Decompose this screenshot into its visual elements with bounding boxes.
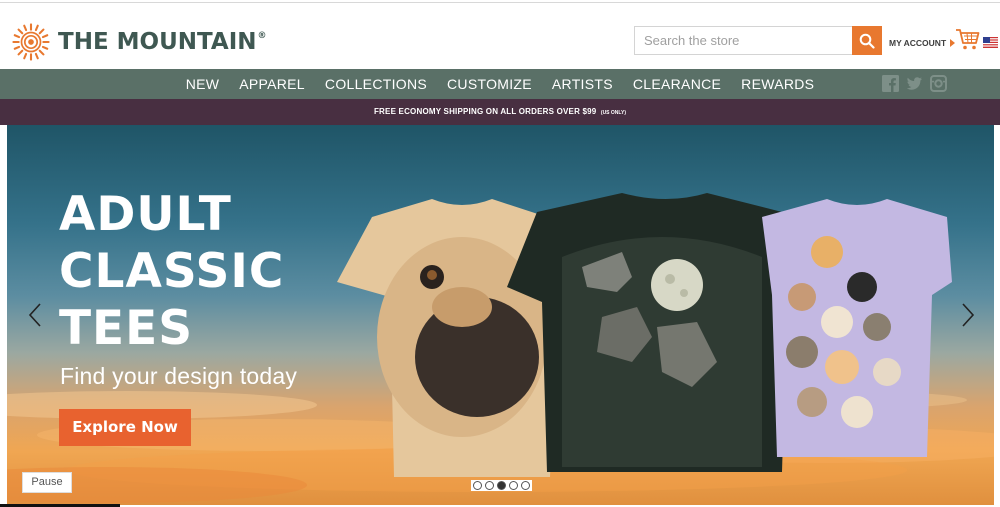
site-header: THE MOUNTAIN® MY ACCOUNT [0, 3, 1000, 69]
search-bar [634, 26, 882, 55]
promo-note: (US ONLY) [600, 110, 627, 116]
nav-item-customize[interactable]: CUSTOMIZE [447, 69, 532, 99]
nav-item-apparel[interactable]: APPAREL [239, 69, 305, 99]
search-icon [859, 33, 875, 49]
carousel-dots [471, 480, 532, 491]
nav-item-artists[interactable]: ARTISTS [552, 69, 613, 99]
sun-logo-icon [12, 23, 50, 61]
hero-title-line-3: TEES [59, 301, 194, 356]
hero-title: ADULT CLASSIC TEES [59, 186, 284, 357]
search-input[interactable] [634, 26, 852, 55]
hero-title-line-2: CLASSIC [59, 244, 285, 299]
carousel-dot[interactable] [473, 481, 482, 490]
brand-logo[interactable]: THE MOUNTAIN® [12, 23, 267, 61]
social-links [882, 75, 947, 92]
carousel-dot[interactable] [509, 481, 518, 490]
my-account-label: MY ACCOUNT [889, 38, 947, 48]
carousel-prev-arrow-icon[interactable] [26, 300, 46, 330]
nav-item-collections[interactable]: COLLECTIONS [325, 69, 427, 99]
shopping-cart-icon[interactable] [955, 27, 980, 52]
registered-mark: ® [257, 31, 267, 41]
main-nav: NEW APPAREL COLLECTIONS CUSTOMIZE ARTIST… [0, 69, 1000, 99]
hero-title-line-1: ADULT [59, 187, 232, 242]
instagram-icon[interactable] [930, 75, 947, 92]
facebook-icon[interactable] [882, 75, 899, 92]
tshirts-product-image [337, 193, 952, 477]
carousel-next-arrow-icon[interactable] [957, 300, 977, 330]
brand-name: THE MOUNTAIN® [58, 29, 267, 55]
twitter-icon[interactable] [906, 75, 923, 92]
promo-text: FREE ECONOMY SHIPPING ON ALL ORDERS OVER… [373, 107, 597, 116]
hero-carousel: ADULT CLASSIC TEES Find your design toda… [7, 125, 994, 505]
carousel-pause-button[interactable]: Pause [22, 472, 72, 493]
nav-item-clearance[interactable]: CLEARANCE [633, 69, 721, 99]
brand-name-text: THE MOUNTAIN [58, 29, 257, 55]
carousel-dot-active[interactable] [497, 481, 506, 490]
explore-now-button[interactable]: Explore Now [59, 409, 191, 446]
carousel-dot[interactable] [485, 481, 494, 490]
search-button[interactable] [852, 26, 882, 55]
carousel-dot[interactable] [521, 481, 530, 490]
us-flag-icon[interactable] [983, 37, 998, 48]
hero-subtitle: Find your design today [60, 363, 298, 389]
nav-item-new[interactable]: NEW [186, 69, 220, 99]
my-account-link[interactable]: MY ACCOUNT [889, 38, 956, 48]
promo-banner[interactable]: FREE ECONOMY SHIPPING ON ALL ORDERS OVER… [0, 99, 1000, 125]
nav-item-rewards[interactable]: REWARDS [741, 69, 814, 99]
